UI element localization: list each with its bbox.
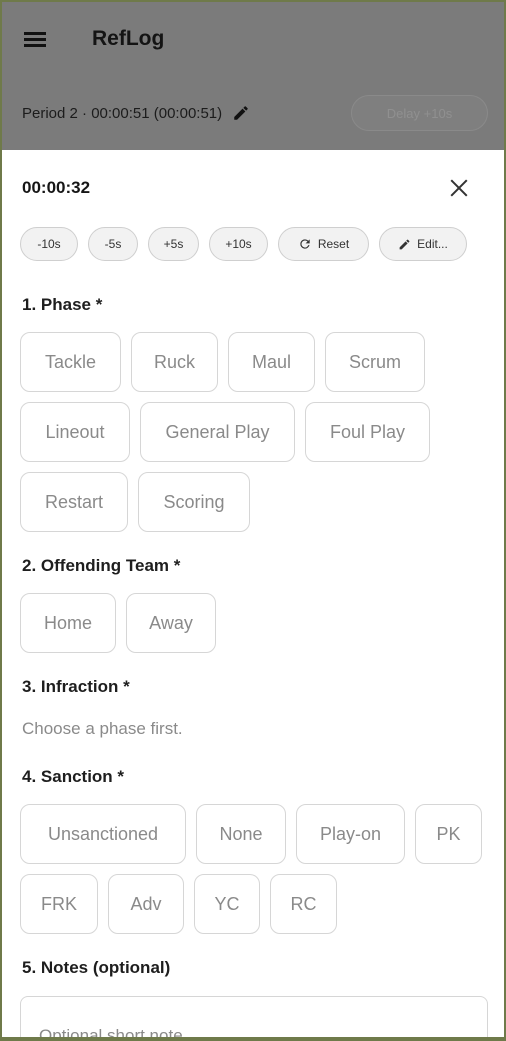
phase-chip-scoring[interactable]: Scoring — [138, 472, 250, 532]
app-title: RefLog — [92, 27, 165, 50]
phase-chip-ruck[interactable]: Ruck — [131, 332, 218, 392]
sheet-header: 00:00:32 — [20, 150, 486, 226]
sanction-chip-unsanctioned[interactable]: Unsanctioned — [20, 804, 186, 864]
phase-chip-lineout[interactable]: Lineout — [20, 402, 130, 462]
event-sheet: 00:00:32 -10s -5s +5s +10s Reset Edit...… — [2, 150, 504, 1037]
edit-label: Edit... — [417, 237, 448, 251]
phase-chip-restart[interactable]: Restart — [20, 472, 128, 532]
app-bar: RefLog — [2, 2, 504, 76]
sanction-section-title: 4. Sanction * — [22, 767, 125, 786]
sanction-chip-rc[interactable]: RC — [270, 874, 337, 934]
sanction-chip-yc[interactable]: YC — [194, 874, 260, 934]
phase-section-title: 1. Phase * — [22, 295, 103, 314]
minus-5s-button[interactable]: -5s — [88, 227, 138, 261]
plus-5s-button[interactable]: +5s — [148, 227, 199, 261]
notes-section-title: 5. Notes (optional) — [22, 958, 171, 977]
team-chip-away[interactable]: Away — [126, 593, 216, 653]
sanction-options: Unsanctioned None Play-on PK FRK Adv YC … — [20, 804, 486, 934]
period-bar: Period 2 · 00:00:51 (00:00:51) Delay +10… — [2, 76, 504, 150]
refresh-icon — [300, 239, 310, 249]
team-section-title: 2. Offending Team * — [22, 556, 181, 575]
sanction-chip-none[interactable]: None — [196, 804, 286, 864]
plus-10s-button[interactable]: +10s — [209, 227, 268, 261]
phase-chip-general-play[interactable]: General Play — [140, 402, 295, 462]
phase-chip-foul-play[interactable]: Foul Play — [305, 402, 430, 462]
edit-time-button[interactable]: Edit... — [379, 227, 467, 261]
phase-chip-tackle[interactable]: Tackle — [20, 332, 121, 392]
pencil-icon — [399, 239, 410, 249]
minus-10s-button[interactable]: -10s — [20, 227, 78, 261]
infraction-hint: Choose a phase first. — [22, 719, 183, 738]
sanction-chip-adv[interactable]: Adv — [108, 874, 184, 934]
sanction-chip-pk[interactable]: PK — [415, 804, 482, 864]
phase-chip-scrum[interactable]: Scrum — [325, 332, 425, 392]
infraction-section-title: 3. Infraction * — [22, 677, 130, 696]
reset-button[interactable]: Reset — [278, 227, 369, 261]
sanction-chip-frk[interactable]: FRK — [20, 874, 98, 934]
event-time: 00:00:32 — [22, 178, 91, 197]
sanction-chip-play-on[interactable]: Play-on — [296, 804, 405, 864]
menu-icon[interactable] — [24, 30, 48, 48]
notes-input[interactable] — [20, 996, 488, 1037]
app-frame: RefLog Period 2 · 00:00:51 (00:00:51) De… — [2, 2, 504, 1037]
period-clock-text: Period 2 · 00:00:51 (00:00:51) — [22, 104, 223, 122]
delay-button[interactable]: Delay +10s — [351, 95, 488, 131]
team-chip-home[interactable]: Home — [20, 593, 116, 653]
phase-options: Tackle Ruck Maul Scrum Lineout General P… — [20, 332, 486, 532]
edit-pencil-icon[interactable] — [232, 104, 250, 122]
close-icon[interactable] — [446, 175, 472, 201]
reset-label: Reset — [317, 237, 350, 251]
phase-chip-maul[interactable]: Maul — [228, 332, 315, 392]
time-adjust-row: -10s -5s +5s +10s Reset Edit... — [20, 226, 486, 262]
team-options: Home Away — [20, 593, 486, 653]
